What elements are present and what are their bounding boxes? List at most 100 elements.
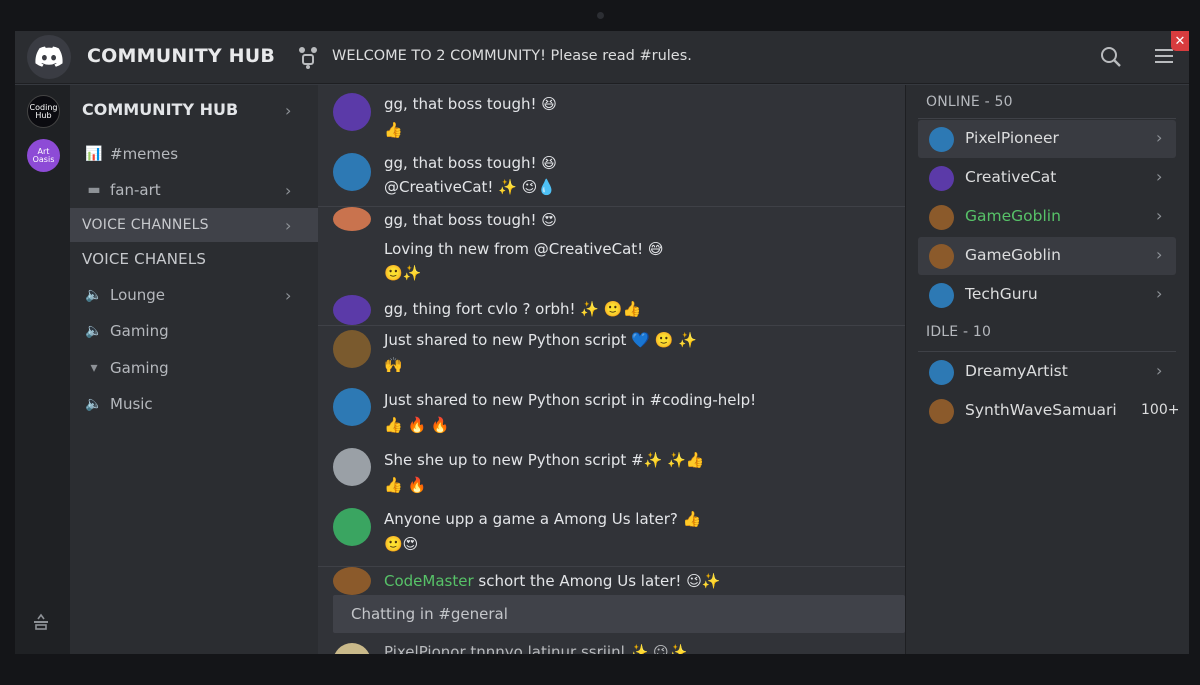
message-reaction: 👍 🔥 [384,476,427,494]
top-bar: COMMUNITY HUB WELCOME TO 2 COMMUNITY! Pl… [15,31,1189,84]
member-name: SynthWaveSamuari [965,401,1117,419]
voice-channel-lounge[interactable]: 🔈 Lounge › [70,278,318,312]
announcement-bot-icon [297,45,319,69]
chat-panel: gg, that boss tough! 😆 👍 gg, that boss t… [318,85,905,654]
search-icon[interactable] [1099,45,1123,69]
forum-icon: ▬ [87,182,101,198]
channel-gaming[interactable]: ▾ Gaming [70,351,318,385]
member-gamegoblin-2[interactable]: GameGoblin › [918,237,1176,275]
member-name: PixelPioneer [965,129,1059,147]
server-icon-art[interactable]: Art Oasis [27,139,60,172]
avatar [929,205,954,230]
category-label: VOICE CHANELS [82,250,207,268]
message-text: schort the Among Us later! 😉✨ [478,572,721,590]
add-server-icon[interactable] [32,613,52,633]
avatar[interactable] [333,567,371,595]
online-header: ONLINE - 50 [926,94,1013,110]
divider [318,325,905,326]
message-text: Loving th new from @CreativeCat! 😅 [384,240,664,258]
category-voice-channels[interactable]: VOICE CHANNELS › [70,208,318,242]
channel-memes[interactable]: 📊 #memes [70,137,318,171]
member-name: CreativeCat [965,168,1057,186]
announcement-text: WELCOME TO 2 COMMUNITY! Please read #rul… [332,48,692,64]
message-text: PixelPionor tnnnyo latinur ssrijnl ✨ 😉✨ [384,643,688,654]
avatar [929,244,954,269]
message-text: Just shared to new Python script 💙 🙂 ✨ [384,331,697,349]
speaker-icon: 🔈 [85,323,103,339]
channel-header[interactable]: COMMUNITY HUB [82,100,238,119]
message-text: She she up to new Python script #✨ ✨👍 [384,451,705,469]
member-gamegoblin[interactable]: GameGoblin › [918,198,1176,236]
camera-dot [597,12,604,19]
discord-logo-icon[interactable] [27,35,71,79]
speaker-icon: 🔈 [85,287,103,303]
avatar [929,166,954,191]
divider [318,206,905,207]
channel-label: Lounge [110,286,166,304]
member-techguru[interactable]: TechGuru › [918,276,1176,314]
avatar[interactable] [333,330,371,368]
member-count-badge: 100+ [1141,402,1180,418]
avatar [929,360,954,385]
voice-channel-gaming[interactable]: 🔈 Gaming [70,314,318,348]
message-text: gg, that boss tough! 😆 [384,154,557,172]
message-text: Anyone upp a game a Among Us later? 👍 [384,510,702,528]
divider [918,118,1176,119]
avatar[interactable] [333,295,371,325]
message-text: gg, that boss tough! 😆 [384,95,557,113]
channel-label: Gaming [110,359,169,377]
member-creativecat[interactable]: CreativeCat › [918,159,1176,197]
chevron-right-icon[interactable]: › [285,101,291,120]
avatar[interactable] [333,153,371,191]
stats-icon: 📊 [85,146,103,162]
app-window: COMMUNITY HUB WELCOME TO 2 COMMUNITY! Pl… [15,31,1189,654]
message-reaction: 👍 🔥 🔥 [384,416,450,434]
divider [918,351,1176,352]
message-author[interactable]: CodeMaster [384,572,474,590]
channel-label: Gaming [110,322,169,340]
message-line: CodeMaster schort the Among Us later! 😉✨ [384,572,721,590]
avatar[interactable] [333,643,371,654]
chevron-right-icon: › [1156,245,1163,264]
member-name: GameGoblin [965,207,1061,225]
avatar[interactable] [333,388,371,426]
message-reaction: 🙌 [384,356,403,374]
chevron-right-icon: › [1156,167,1163,186]
server-rail: Coding Hub Art Oasis [15,85,70,654]
idle-header: IDLE - 10 [926,324,992,340]
chevron-right-icon: › [1156,361,1163,380]
chevron-right-icon: › [1156,206,1163,225]
message-text: @CreativeCat! ✨ 😉💧 [384,178,556,196]
message-text: Just shared to new Python script in #cod… [384,391,757,409]
member-list: ONLINE - 50 PixelPioneer › CreativeCat ›… [905,85,1189,654]
filter-icon: ▾ [90,360,98,376]
avatar[interactable] [333,448,371,486]
avatar [929,127,954,152]
avatar [929,399,954,424]
chevron-right-icon: › [1156,128,1163,147]
speaker-icon: 🔈 [85,396,103,412]
hamburger-menu-icon[interactable] [1155,48,1173,64]
channel-label: #memes [110,145,179,163]
channel-label: Music [110,395,153,413]
server-icon-coding[interactable]: Coding Hub [27,95,60,128]
message-text: gg, that boss tough! 😍 [384,211,557,229]
chevron-right-icon: › [285,285,292,305]
member-name: TechGuru [965,285,1038,303]
channel-fan-art[interactable]: ▬ fan-art › [70,173,318,207]
voice-channel-music[interactable]: 🔈 Music [70,387,318,421]
category-voice-chanels[interactable]: VOICE CHANELS [70,242,318,276]
member-pixelpioneer[interactable]: PixelPioneer › [918,120,1176,158]
chat-status-bar[interactable]: Chatting in #general [333,595,905,633]
avatar[interactable] [333,508,371,546]
close-button[interactable]: ✕ [1171,31,1189,51]
chevron-right-icon: › [285,180,292,200]
member-synthwavesamuari[interactable]: SynthWaveSamuari 100+ [918,392,1180,430]
member-dreamyartist[interactable]: DreamyArtist › [918,353,1176,391]
avatar[interactable] [333,93,371,131]
channel-sidebar: COMMUNITY HUB › 📊 #memes ▬ fan-art › VOI… [70,85,318,654]
category-label: VOICE CHANNELS [82,217,209,233]
divider [318,566,905,567]
chevron-right-icon: › [1156,284,1163,303]
avatar[interactable] [333,207,371,231]
